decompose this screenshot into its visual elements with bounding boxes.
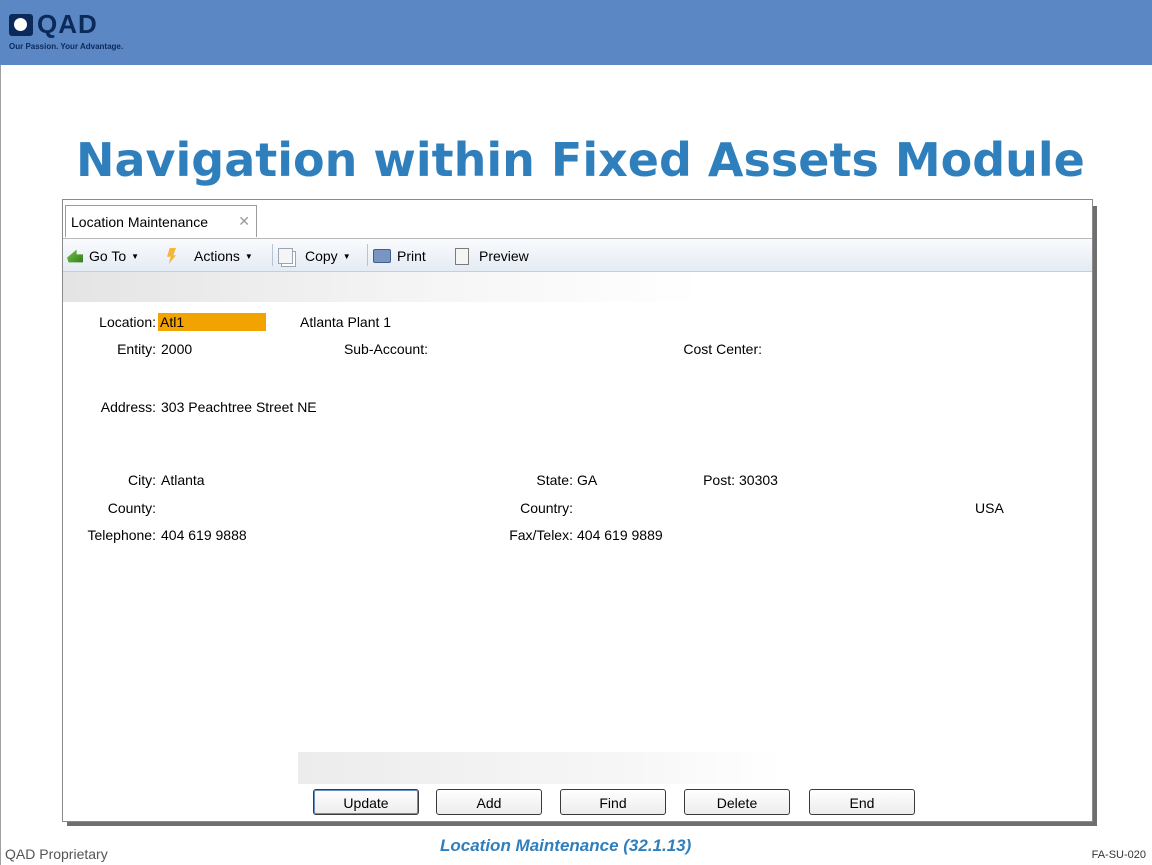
subaccount-label: Sub-Account:: [343, 341, 428, 357]
print-label: Print: [397, 248, 426, 264]
toolbar: Go To ▼ Actions ▼ Copy ▼ Print Preview: [63, 239, 1092, 272]
tab-label: Location Maintenance: [71, 214, 208, 230]
application-window: Location Maintenance ✕ Go To ▼ Actions ▼…: [62, 199, 1093, 822]
toolbar-separator: [367, 244, 368, 266]
country-value: USA: [975, 500, 1004, 516]
print-icon: [373, 249, 391, 263]
costcenter-label: Cost Center:: [683, 341, 762, 357]
chevron-down-icon: ▼: [342, 251, 351, 261]
slide-border: [0, 65, 1, 865]
actions-icon: [167, 248, 176, 264]
subaccount-field[interactable]: [434, 341, 634, 359]
add-button[interactable]: Add: [436, 789, 542, 815]
chevron-down-icon: ▼: [244, 251, 253, 261]
entity-label: Entity:: [117, 341, 156, 357]
county-field[interactable]: [161, 500, 361, 518]
tab-location-maintenance[interactable]: Location Maintenance ✕: [65, 205, 257, 237]
goto-button[interactable]: Go To ▼: [67, 247, 139, 265]
county-label: County:: [107, 500, 156, 516]
address-field[interactable]: 303 Peachtree Street NE: [161, 399, 317, 415]
logo-tagline: Our Passion. Your Advantage.: [9, 42, 124, 51]
country-label: Country:: [520, 500, 573, 516]
city-label: City:: [128, 472, 156, 488]
slide-title: Navigation within Fixed Assets Module: [76, 133, 1085, 187]
location-field[interactable]: Atl1: [158, 313, 266, 331]
state-field[interactable]: GA: [577, 472, 597, 488]
slide-caption: Location Maintenance (32.1.13): [440, 836, 692, 855]
location-value[interactable]: Atl1: [158, 313, 266, 331]
tab-bar: Location Maintenance ✕: [63, 200, 1092, 239]
goto-label: Go To: [89, 248, 127, 264]
go-to-icon: [67, 249, 83, 263]
state-label: State:: [536, 472, 573, 488]
actions-label: Actions: [194, 248, 240, 264]
header-banner: QAD Our Passion. Your Advantage.: [0, 0, 1152, 65]
copy-button[interactable]: Copy ▼: [278, 247, 351, 265]
copy-icon: [278, 248, 293, 264]
qad-logo: QAD Our Passion. Your Advantage.: [9, 9, 209, 61]
preview-label: Preview: [479, 248, 529, 264]
chevron-down-icon: ▼: [131, 251, 140, 261]
post-label: Post:: [703, 472, 735, 488]
print-button[interactable]: Print: [373, 247, 426, 265]
city-field[interactable]: Atlanta: [161, 472, 205, 488]
address-label: Address:: [100, 399, 156, 415]
slide-code: FA-SU-020: [1091, 849, 1146, 861]
copy-label: Copy: [305, 248, 338, 264]
toolbar-separator: [272, 244, 273, 266]
update-button[interactable]: Update: [313, 789, 419, 815]
preview-icon: [455, 247, 469, 265]
preview-button[interactable]: Preview: [455, 247, 529, 265]
costcenter-field[interactable]: [767, 341, 967, 359]
entity-field[interactable]: 2000: [161, 341, 192, 357]
logo-text: QAD: [37, 9, 98, 39]
telephone-field[interactable]: 404 619 9888: [161, 527, 247, 543]
delete-button[interactable]: Delete: [684, 789, 790, 815]
fax-label: Fax/Telex:: [509, 527, 573, 543]
telephone-label: Telephone:: [87, 527, 156, 543]
actions-button[interactable]: Actions ▼: [167, 247, 253, 265]
close-icon[interactable]: ✕: [238, 213, 250, 230]
location-description: Atlanta Plant 1: [300, 314, 392, 330]
footer-strip: [298, 752, 782, 784]
country-field[interactable]: [577, 500, 777, 518]
end-button[interactable]: End: [809, 789, 915, 815]
location-label: Location:: [99, 314, 156, 330]
qad-logo-icon: [9, 14, 33, 36]
find-button[interactable]: Find: [560, 789, 666, 815]
header-strip: [63, 272, 703, 302]
footer-proprietary: QAD Proprietary: [5, 846, 108, 862]
post-field[interactable]: 30303: [739, 472, 778, 488]
fax-field[interactable]: 404 619 9889: [577, 527, 663, 543]
